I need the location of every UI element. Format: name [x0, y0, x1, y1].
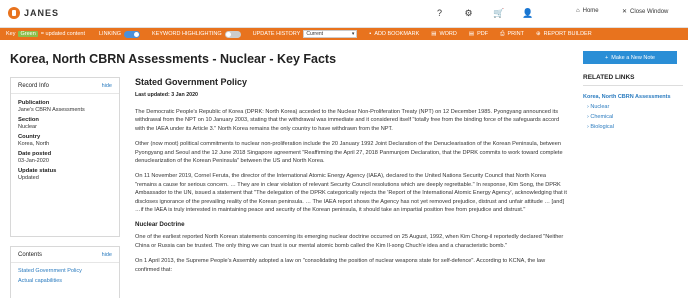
home-icon: ⌂ [576, 8, 580, 14]
top-header: JANES ? ⚙ 🛒 👤 ⌂ Home ✕ Close Window [0, 0, 688, 28]
close-icon: ✕ [622, 9, 628, 15]
key-text: = updated content [40, 31, 85, 37]
related-links-heading: RELATED LINKS [583, 74, 683, 86]
cart-icon[interactable]: 🛒 [493, 8, 504, 19]
pdf-icon: ▤ [468, 31, 475, 37]
record-info-fields: Publication Jane's CBRN Assessments Sect… [11, 94, 119, 183]
print-label: PRINT [507, 31, 524, 37]
make-new-note-button[interactable]: + Make a New Note [583, 51, 677, 64]
related-links-panel: RELATED LINKS Korea, North CBRN Assessme… [583, 74, 683, 130]
word-export-button[interactable]: ▤ WORD [425, 28, 463, 40]
make-new-note-label: Make a New Note [611, 54, 655, 61]
field-value: 03-Jan-2020 [18, 158, 49, 164]
contents-header: Contents hide [11, 247, 119, 263]
contents-list: Stated Government Policy Actual capabili… [11, 263, 119, 286]
plus-icon: + [605, 54, 609, 61]
record-info-heading: Record Info [18, 82, 50, 89]
article-paragraph: On 1 April 2013, the Supreme People's As… [135, 258, 546, 273]
article-paragraph: The Democratic People's Republic of Kore… [135, 109, 560, 132]
linking-toggle[interactable] [124, 30, 140, 38]
field-value: Updated [18, 175, 39, 181]
subsection-heading: Nuclear Doctrine [135, 221, 185, 229]
key-green-chip: Green [18, 31, 38, 37]
record-info-hide-link[interactable]: hide [102, 83, 112, 89]
help-icon[interactable]: ? [434, 8, 445, 19]
field-label: Date posted [18, 151, 52, 157]
record-info-header: Record Info hide [11, 78, 119, 94]
related-link-item[interactable]: › Biological [583, 124, 683, 130]
related-link-item[interactable]: › Nuclear [583, 104, 683, 110]
field-label: Section [18, 117, 39, 123]
keyword-highlighting-label: KEYWORD HIGHLIGHTING [152, 31, 222, 37]
user-icon[interactable]: 👤 [522, 8, 533, 19]
key-legend: Key Green = updated content [0, 28, 91, 40]
update-history-select[interactable]: Current ▾ [303, 30, 358, 38]
field-label: Publication [18, 100, 50, 106]
report-builder-icon: ⊕ [535, 31, 541, 37]
article-body: Stated Government Policy Last updated: 3… [135, 77, 567, 274]
article-paragraph: On 11 November 2019, Cornel Feruta, the … [135, 173, 567, 214]
keyword-toggle-group: KEYWORD HIGHLIGHTING [146, 28, 247, 40]
janes-logo-icon [8, 7, 20, 19]
home-label: Home [582, 8, 599, 14]
add-bookmark-button[interactable]: ▪ ADD BOOKMARK [363, 28, 425, 40]
print-button[interactable]: ⎙ PRINT [494, 28, 530, 40]
report-builder-button[interactable]: ⊕ REPORT BUILDER [530, 28, 598, 40]
contents-hide-link[interactable]: hide [102, 252, 112, 258]
word-label: WORD [439, 31, 457, 37]
report-builder-label: REPORT BUILDER [543, 31, 592, 37]
contents-panel: Contents hide Stated Government Policy A… [10, 246, 120, 298]
chevron-down-icon: ▾ [351, 31, 355, 37]
close-window-label: Close Window [630, 8, 669, 15]
document-toolbar: Key Green = updated content LINKING KEYW… [0, 28, 688, 40]
key-label: Key [6, 31, 16, 37]
related-link-root[interactable]: Korea, North CBRN Assessments [583, 94, 683, 100]
field-value: Jane's CBRN Assessments [18, 107, 85, 113]
update-history-group: UPDATE HISTORY Current ▾ [247, 28, 364, 40]
add-bookmark-label: ADD BOOKMARK [374, 31, 420, 37]
field-label: Country [18, 134, 41, 140]
linking-label: LINKING [98, 31, 121, 37]
brand-name: JANES [24, 8, 60, 18]
home-link[interactable]: ⌂ Home [576, 8, 599, 14]
last-updated: Last updated: 3 Jan 2020 [135, 92, 198, 98]
contents-item[interactable]: Stated Government Policy [11, 266, 119, 276]
word-icon: ▤ [431, 31, 437, 37]
field-value: Korea, North [18, 141, 50, 147]
record-info-panel: Record Info hide Publication Jane's CBRN… [10, 77, 120, 237]
article-paragraph: One of the earliest reported North Korea… [135, 234, 564, 249]
pdf-label: PDF [477, 31, 489, 37]
gear-icon[interactable]: ⚙ [463, 8, 474, 19]
keyword-highlighting-toggle[interactable] [224, 30, 241, 38]
bookmark-icon: ▪ [369, 31, 372, 37]
close-window-link[interactable]: ✕ Close Window [622, 8, 669, 16]
page-title: Korea, North CBRN Assessments - Nuclear … [10, 52, 337, 66]
janes-logo[interactable]: JANES [8, 7, 59, 19]
contents-item[interactable]: Actual capabilities [11, 276, 119, 286]
article-paragraph: Other (now moot) political commitments t… [135, 141, 563, 165]
contents-heading: Contents [18, 251, 43, 258]
related-link-item[interactable]: › Chemical [583, 114, 683, 120]
section-heading: Stated Government Policy [135, 77, 248, 87]
related-link-label: Nuclear [590, 104, 610, 110]
pdf-export-button[interactable]: ▤ PDF [463, 28, 494, 40]
update-history-label: UPDATE HISTORY [252, 31, 301, 37]
field-value: Nuclear [18, 124, 37, 130]
update-history-value: Current [306, 31, 324, 37]
print-icon: ⎙ [500, 30, 505, 37]
linking-toggle-group: LINKING [91, 28, 146, 40]
field-label: Update status [18, 168, 57, 174]
related-link-label: Chemical [590, 114, 614, 120]
related-link-label: Biological [590, 124, 614, 130]
